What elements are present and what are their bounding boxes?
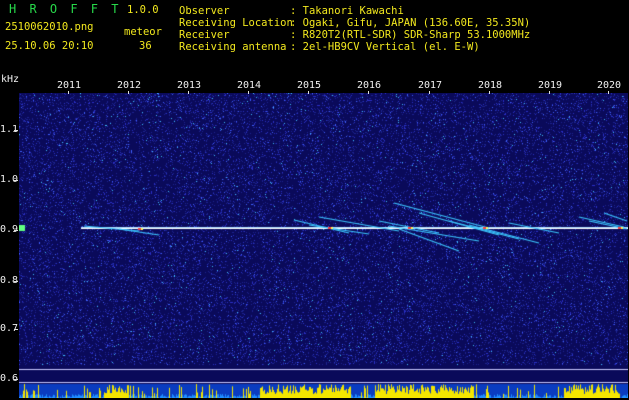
info-value-location: : Ogaki, Gifu, JAPAN (136.60E, 35.35N) (290, 17, 531, 29)
event-count: 36 (139, 40, 152, 52)
y-tick-mark (14, 130, 18, 131)
event-label: meteor (124, 26, 162, 38)
x-tick-label: 2020 (597, 80, 622, 91)
spectrogram-plot (19, 93, 628, 398)
x-tick-label: 2011 (57, 80, 82, 91)
x-tick-mark (308, 91, 309, 94)
info-value-receiver: : R820T2(RTL-SDR) SDR-Sharp 53.1000MHz (290, 29, 531, 41)
app-title: H R O F F T (9, 2, 122, 16)
file-name: 2510062010.png (5, 21, 94, 33)
x-tick-label: 2019 (538, 80, 563, 91)
info-label-antenna: Receiving antenna (179, 41, 287, 53)
y-tick-mark (14, 281, 18, 282)
x-tick-label: 2017 (418, 80, 443, 91)
y-tick-mark (14, 180, 18, 181)
x-tick-label: 2012 (117, 80, 142, 91)
timestamp: 25.10.06 20:10 (5, 40, 94, 52)
x-tick-mark (68, 91, 69, 94)
x-tick-mark (549, 91, 550, 94)
x-tick-mark (248, 91, 249, 94)
x-tick-label: 2018 (478, 80, 503, 91)
y-axis-unit: kHz (1, 74, 20, 85)
x-tick-mark (188, 91, 189, 94)
x-tick-mark (608, 91, 609, 94)
info-value-antenna: : 2el-HB9CV Vertical (el. E-W) (290, 41, 480, 53)
x-tick-mark (429, 91, 430, 94)
y-tick-mark (14, 329, 18, 330)
info-label-observer: Observer (179, 5, 230, 17)
x-tick-label: 2013 (177, 80, 202, 91)
info-label-location: Receiving Location (179, 17, 293, 29)
x-tick-mark (489, 91, 490, 94)
info-value-observer: : Takanori Kawachi (290, 5, 404, 17)
x-tick-mark (128, 91, 129, 94)
y-tick-mark (14, 379, 18, 380)
x-tick-mark (368, 91, 369, 94)
x-tick-label: 2015 (297, 80, 322, 91)
x-tick-label: 2016 (357, 80, 382, 91)
info-label-receiver: Receiver (179, 29, 230, 41)
y-tick-mark (14, 230, 18, 231)
x-tick-label: 2014 (237, 80, 262, 91)
app-version: 1.0.0 (127, 4, 159, 16)
